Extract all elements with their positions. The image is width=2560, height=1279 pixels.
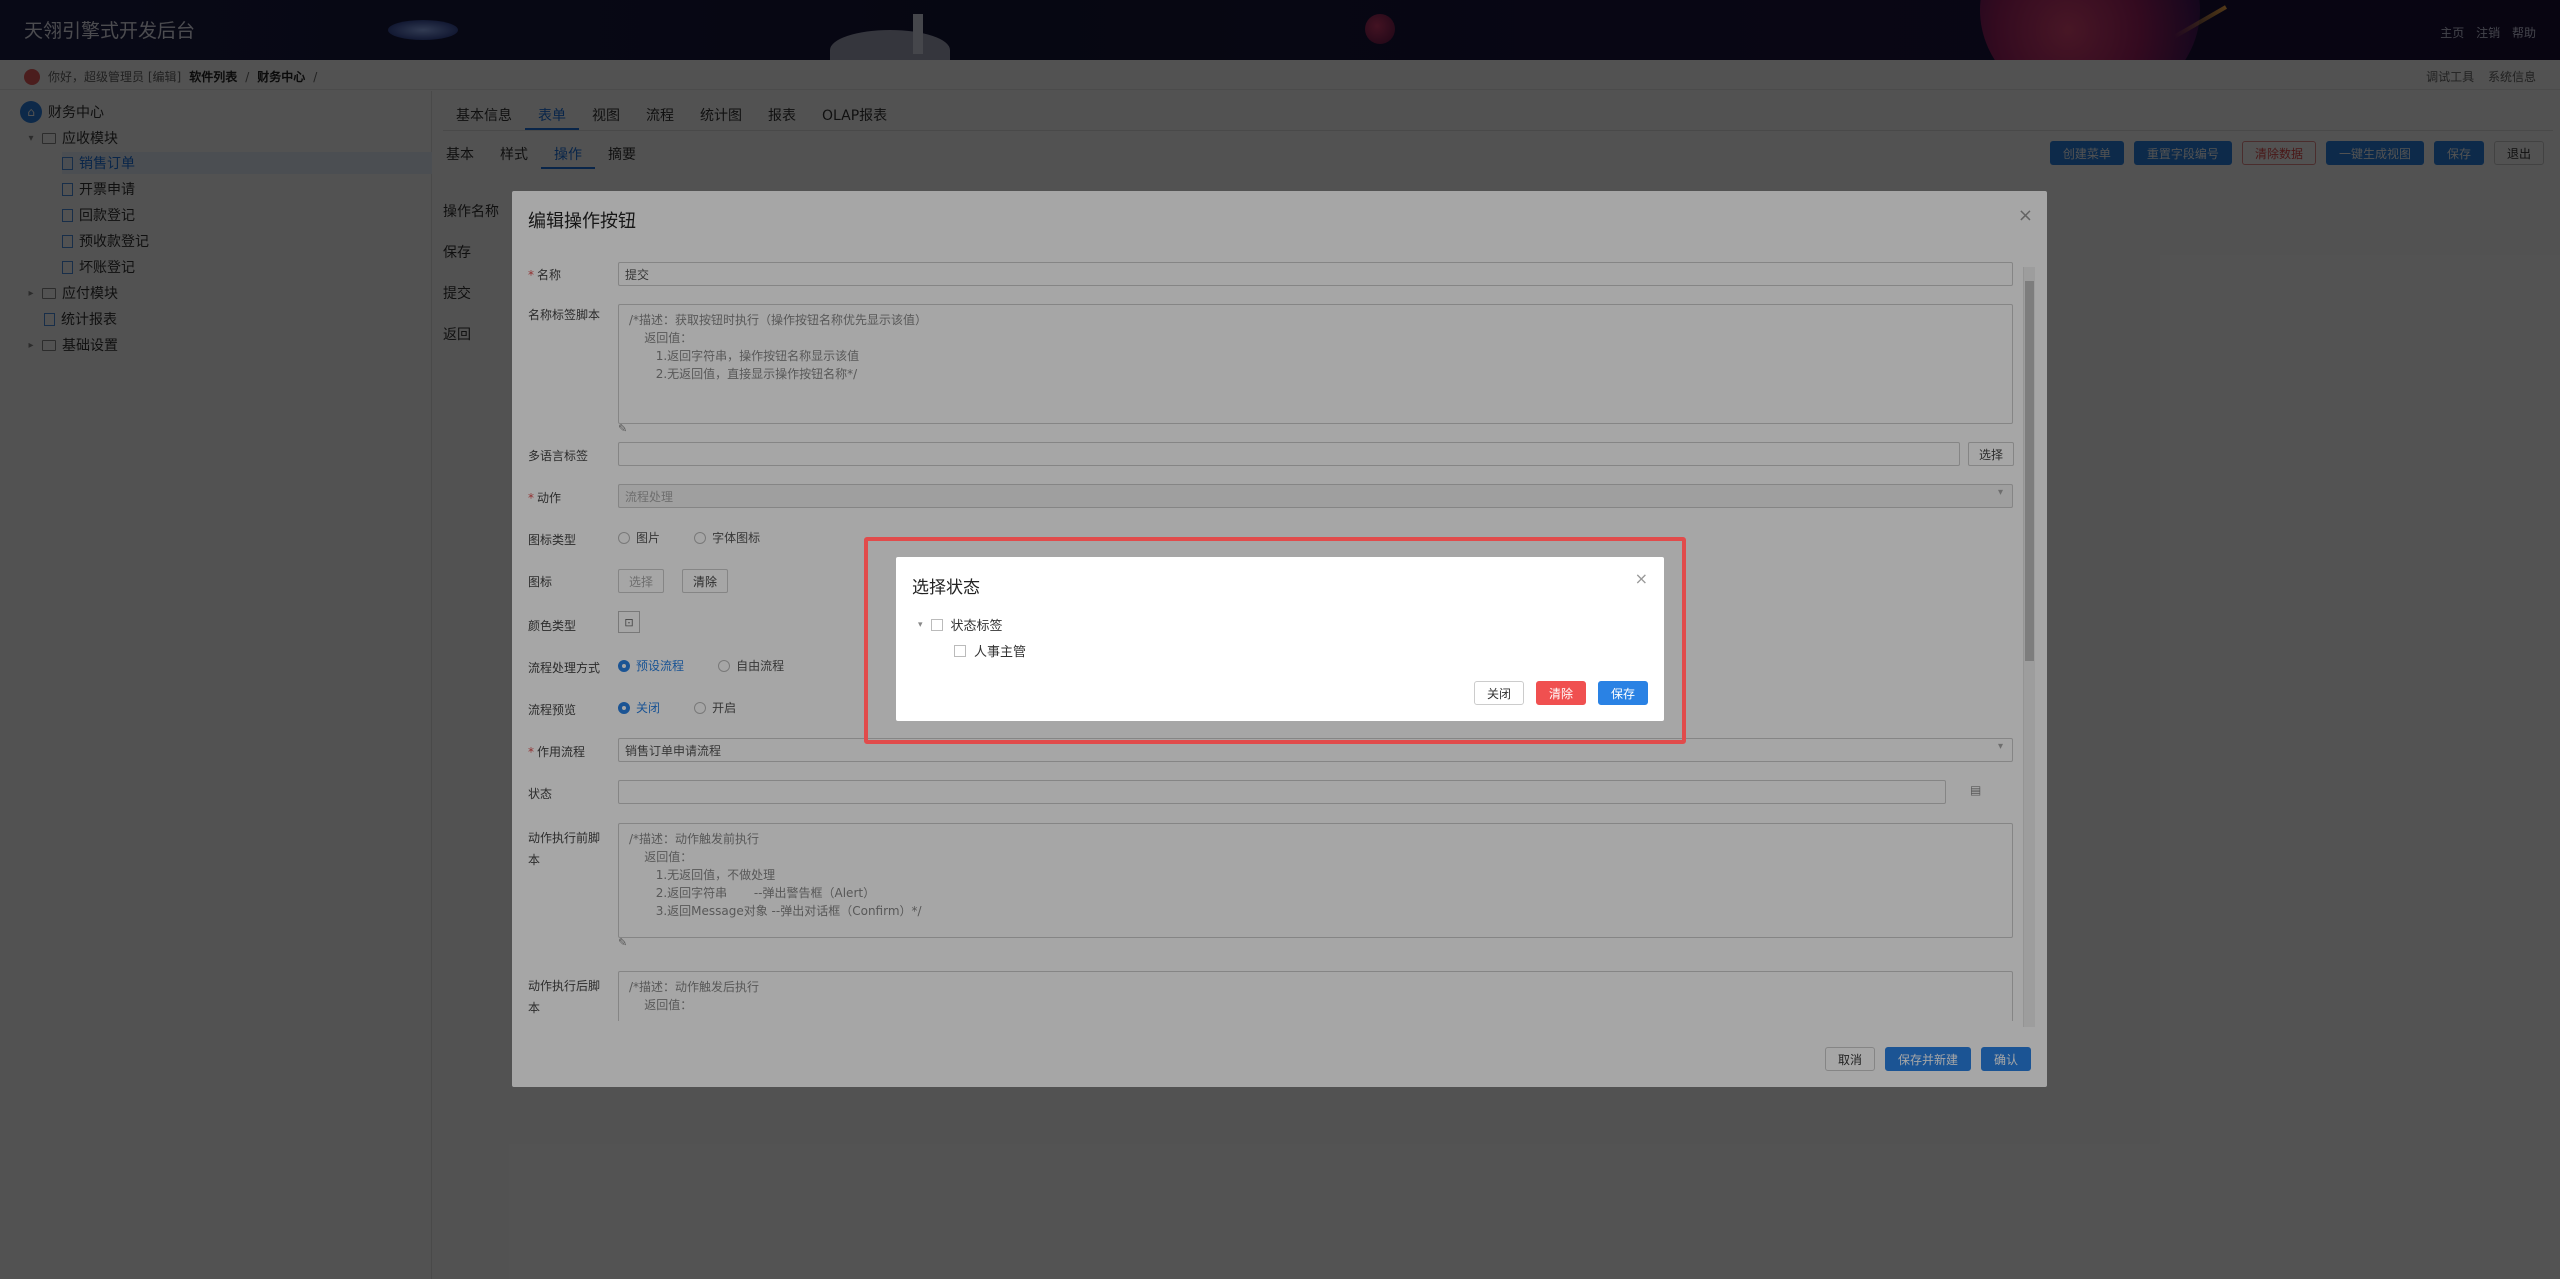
tree-node-label: 状态标签 [950, 619, 1003, 634]
hr-manager-checkbox[interactable] [954, 644, 966, 657]
state-label-checkbox[interactable] [930, 618, 943, 631]
dialog-footer: 关闭 清除 保存 [1473, 681, 1648, 705]
select-state-dialog: 选择状态 × ▾ 状态标签 人事主管 关闭 清除 保存 [896, 557, 1664, 721]
close-icon[interactable]: × [1635, 569, 1648, 588]
clear-button[interactable]: 清除 [1535, 681, 1586, 705]
tree-node-hr-manager[interactable]: 人事主管 [954, 641, 1026, 660]
chevron-down-icon[interactable]: ▾ [918, 620, 923, 630]
tree-node-label: 人事主管 [974, 645, 1027, 660]
tree-node-state-label[interactable]: ▾ 状态标签 [918, 615, 1003, 634]
save-button[interactable]: 保存 [1597, 681, 1648, 705]
dialog-title: 选择状态 [912, 578, 980, 598]
close-button[interactable]: 关闭 [1473, 681, 1524, 705]
